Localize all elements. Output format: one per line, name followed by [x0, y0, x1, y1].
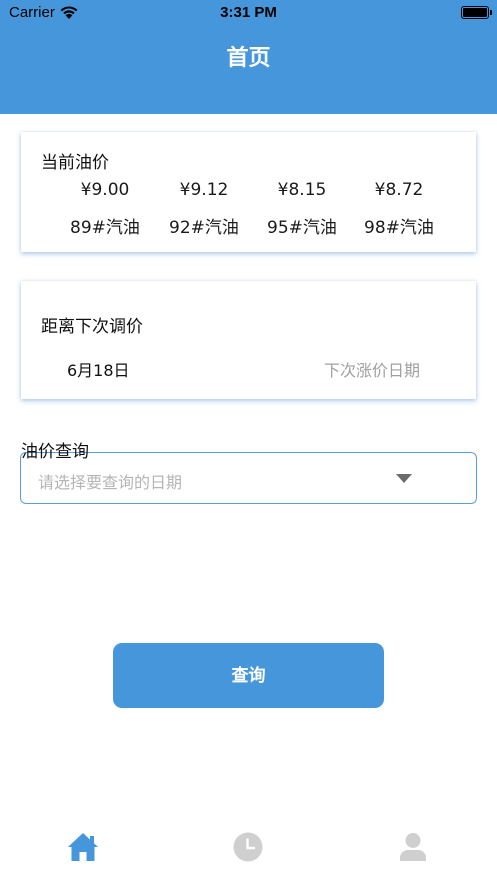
- current-price-title: 当前油价: [41, 153, 109, 173]
- user-icon: [400, 833, 426, 861]
- fuel-grade-label: 95#汽油: [267, 218, 337, 238]
- price-value: ¥8.72: [374, 180, 424, 200]
- query-button[interactable]: 查询: [113, 643, 384, 708]
- fuel-grade-label: 98#汽油: [364, 218, 434, 238]
- fuel-grade-label: 92#汽油: [169, 218, 239, 238]
- status-bar: Carrier 3:31 PM: [0, 0, 497, 26]
- home-page: Carrier 3:31 PM 首页 当前油价 ¥9.00 89#汽油 ¥9.1…: [0, 0, 497, 883]
- next-adjust-hint: 下次涨价日期: [323, 361, 420, 380]
- tab-history[interactable]: [228, 828, 268, 866]
- clock-icon: [233, 832, 263, 862]
- price-value: ¥8.15: [277, 180, 327, 200]
- next-adjust-card: 距离下次调价 6月18日 下次涨价日期: [21, 281, 476, 399]
- date-select-placeholder: 请选择要查询的日期: [38, 473, 183, 492]
- tab-home[interactable]: [63, 828, 103, 866]
- fuel-grade-label: 89#汽油: [70, 218, 140, 238]
- battery-icon: [461, 6, 492, 19]
- clock-time: 3:31 PM: [220, 4, 277, 21]
- price-value: ¥9.00: [80, 180, 130, 200]
- home-icon: [68, 833, 98, 861]
- nav-header: Carrier 3:31 PM 首页: [0, 0, 497, 114]
- tab-profile[interactable]: [393, 828, 433, 866]
- next-adjust-date: 6月18日: [67, 361, 130, 380]
- query-section-label: 油价查询: [21, 442, 89, 462]
- next-adjust-title: 距离下次调价: [41, 317, 143, 337]
- page-title: 首页: [226, 46, 271, 71]
- chevron-down-icon[interactable]: [396, 474, 412, 483]
- current-price-card: 当前油价 ¥9.00 89#汽油 ¥9.12 92#汽油 ¥8.15 95#汽油…: [21, 132, 476, 252]
- price-value: ¥9.12: [179, 180, 229, 200]
